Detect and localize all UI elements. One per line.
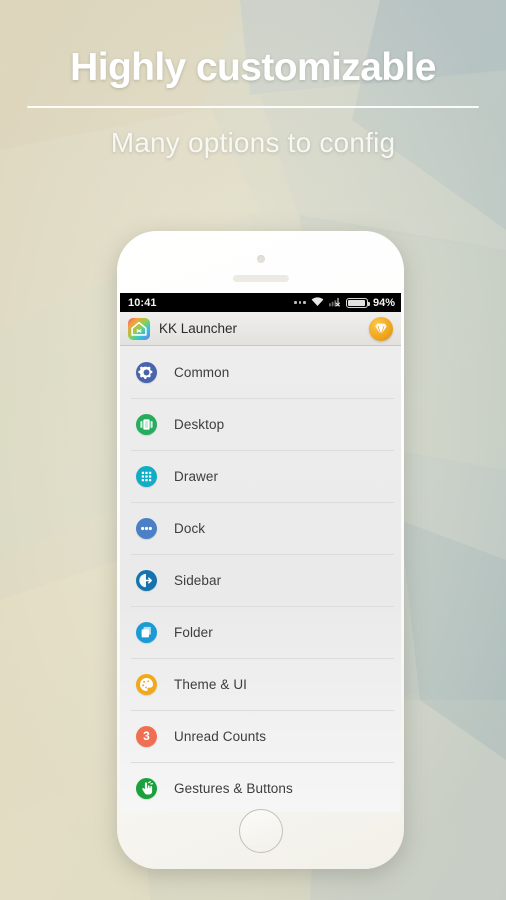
- list-item[interactable]: Gestures & Buttons: [120, 762, 401, 812]
- palette-icon: [136, 673, 157, 695]
- list-item-label: Theme & UI: [174, 676, 248, 692]
- page-title: Highly customizable: [70, 46, 436, 89]
- gear-icon: [136, 361, 157, 383]
- signal-no-service-icon: [328, 294, 341, 312]
- list-item-label: Unread Counts: [174, 728, 267, 744]
- list-item-label: Gestures & Buttons: [174, 780, 293, 796]
- earpiece-speaker: [232, 275, 289, 282]
- status-bar-clock: 10:41: [128, 296, 157, 309]
- list-item[interactable]: Desktop: [120, 398, 401, 450]
- sidebar-arrow-icon: [136, 569, 157, 591]
- action-bar: KK Launcher: [120, 312, 401, 346]
- desktop-icon: [136, 413, 157, 435]
- page-subtitle: Many options to config: [110, 126, 396, 158]
- home-button[interactable]: [238, 809, 283, 853]
- list-item[interactable]: Common: [120, 346, 401, 398]
- list-item-label: Drawer: [174, 468, 219, 484]
- app-grid-icon: [136, 465, 157, 487]
- status-bar: 10:41 94%: [120, 293, 401, 312]
- divider: [27, 105, 479, 108]
- list-item[interactable]: Folder: [120, 606, 401, 658]
- list-item[interactable]: 3 Unread Counts: [120, 710, 401, 762]
- gem-icon[interactable]: [369, 316, 393, 341]
- list-item[interactable]: Drawer: [120, 450, 401, 502]
- list-item-label: Sidebar: [174, 572, 222, 588]
- list-item[interactable]: Dock: [120, 502, 401, 554]
- badge-count-icon: 3: [136, 725, 157, 747]
- battery-percent: 94%: [372, 296, 395, 309]
- list-item[interactable]: Sidebar: [120, 554, 401, 606]
- list-item-label: Folder: [174, 624, 213, 640]
- app-title: KK Launcher: [159, 321, 238, 336]
- list-item[interactable]: Theme & UI: [120, 658, 401, 710]
- list-item-label: Dock: [174, 520, 206, 536]
- more-dots-icon: [294, 301, 306, 304]
- battery-icon: [345, 297, 371, 308]
- wifi-icon: [311, 294, 324, 312]
- settings-list: Common Desktop Drawer Dock Sidebar Folde…: [120, 346, 401, 812]
- list-item-label: Common: [174, 364, 230, 380]
- dock-dots-icon: [136, 517, 157, 539]
- phone-screen: 10:41 94% KK Launcher Common Desktop Dra…: [120, 293, 401, 812]
- phone-mockup: 10:41 94% KK Launcher Common Desktop Dra…: [117, 231, 404, 869]
- kk-launcher-home-icon: [128, 317, 150, 340]
- list-item-label: Desktop: [174, 416, 225, 432]
- front-camera-icon: [256, 255, 265, 263]
- hand-gesture-icon: [136, 777, 157, 799]
- unread-badge-number: 3: [143, 729, 150, 743]
- promo-block: Highly customizable Many options to conf…: [0, 0, 506, 159]
- folder-icon: [136, 621, 157, 643]
